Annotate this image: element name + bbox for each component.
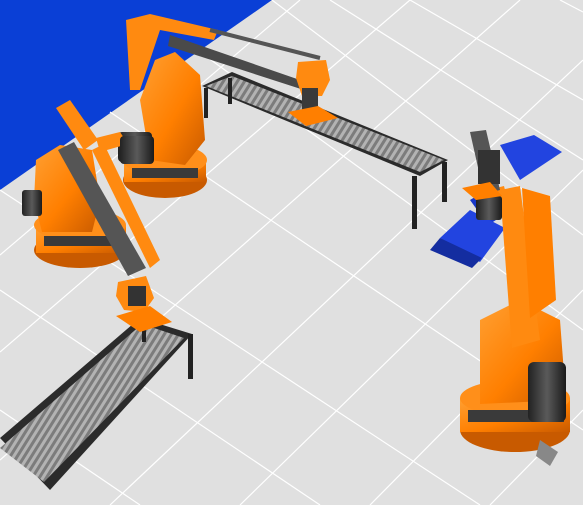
scene-canvas[interactable]: [0, 0, 583, 505]
3d-viewport[interactable]: [0, 0, 583, 505]
